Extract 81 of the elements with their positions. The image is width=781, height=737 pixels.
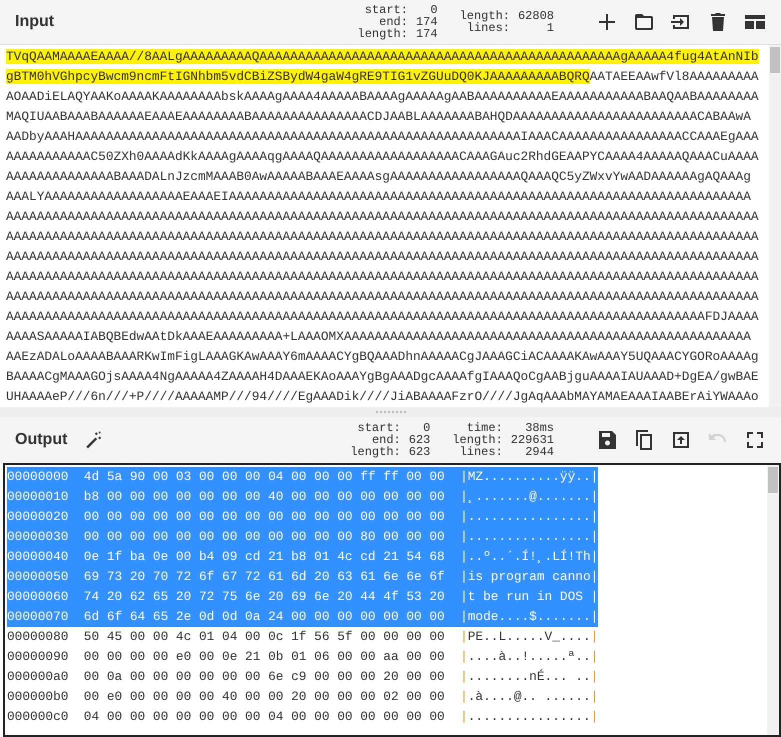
stat-label: length: bbox=[350, 446, 401, 458]
input-text: BAAAACgMAAAGOjsAAAA4NgAAAAA4ZAAAAH4DAAAEKAoAAAYgBgAAADgcAAAAfgIAAAQoCgAABjguAAAAIAUAAAD+DgEA/gwBAE bbox=[6, 369, 759, 384]
hex-offset: 000000a0 bbox=[7, 668, 68, 686]
hex-bytes: 00 00 00 00 e0 00 0e 21 0b 01 06 00 00 aa 00 00 bbox=[82, 648, 445, 666]
stat-value: 38ms bbox=[524, 422, 554, 434]
stat-value: 174 bbox=[416, 28, 438, 40]
stat-label: length: bbox=[358, 28, 408, 40]
hex-bytes: 00 e0 00 00 00 00 40 00 00 20 00 00 00 02 00 00 bbox=[82, 688, 445, 706]
stat-value: 0 bbox=[429, 4, 438, 16]
hex-offset: 000000c0 bbox=[7, 708, 68, 726]
hex-offset: 00000070 bbox=[7, 607, 68, 627]
ascii-text: |.à....@.. ......| bbox=[459, 688, 598, 706]
stat-label: end: bbox=[372, 434, 401, 446]
hex-bytes: 0e 1f ba 0e 00 b4 09 cd 21 b8 01 4c cd 21 54 68 bbox=[68, 547, 445, 567]
hex-bytes: 69 73 20 70 72 6f 67 72 61 6d 20 63 61 6e 6e 6f bbox=[68, 567, 445, 587]
hex-bytes: 00 0a 00 00 00 00 00 00 6e c9 00 00 00 20 00 00 bbox=[82, 668, 445, 686]
stat-label: length: bbox=[460, 10, 510, 22]
hex-offset: 00000000 bbox=[7, 467, 68, 487]
input-text: AAAAAAAAAAAAAAAAAAAAAAAAAAAAAAAAAAAAAAAAAAAAAAAAAAAAAAAAAAAAAAAAAAAAAAAAAAAAAAAAAAAAAAAAAAAFDJAAAA bbox=[6, 309, 759, 324]
stat-value: 623 bbox=[408, 434, 430, 446]
input-text: UHAAAAeP///6n///+P////AAAAAMP///94////EgAAADik////JiABAAAAFzrO////JgAqAAAbMAYAMAEAAAIAABErAiYWAAAo bbox=[6, 389, 759, 404]
hex-offset: 00000060 bbox=[7, 587, 68, 607]
highlighted-text: TVqQAAMAAAAEAAAA//8AALgAAAAAAAAAQAAAAAAAAAAAAAAAAAAAAAAAAAAAAAAAAAAAAAAAAAAAAAAAgAAAAA4fug4AtAnNIb bbox=[6, 49, 759, 64]
stat-label: time: bbox=[466, 422, 503, 434]
hex-bytes: b8 00 00 00 00 00 00 00 40 00 00 00 00 00 00 00 bbox=[68, 487, 445, 507]
ascii-text: |MZ..........ÿÿ..| bbox=[444, 467, 598, 487]
ascii-text: |................| bbox=[444, 527, 598, 547]
hex-offset: 00000080 bbox=[7, 628, 68, 646]
stat-value: 1 bbox=[546, 22, 554, 34]
ascii-text: |¸.......@.......| bbox=[444, 487, 598, 507]
stat-label: end: bbox=[379, 16, 408, 28]
stat-value: 62808 bbox=[518, 10, 554, 22]
hex-bytes: 50 45 00 00 4c 01 04 00 0c 1f 56 5f 00 00 00 00 bbox=[82, 628, 445, 646]
hex-offset: 000000b0 bbox=[7, 688, 68, 706]
hex-bytes: 00 00 00 00 00 00 00 00 00 00 00 00 00 00 00 00 bbox=[68, 507, 445, 527]
stat-value: 623 bbox=[408, 446, 430, 458]
input-text: AAAAAAAAAAAAAAAAAAAAAAAAAAAAAAAAAAAAAAAAAAAAAAAAAAAAAAAAAAAAAAAAAAAAAAAAAAAAAAAAAAAAAAAAAAAAAAAAAA bbox=[6, 249, 759, 264]
stat-label: length: bbox=[452, 434, 503, 446]
ascii-text: |................| bbox=[444, 507, 598, 527]
input-text: AAAAAAAAAAAAAABAAADALnJzcmMAAAB0AwAAAAABAAAEAAAAsgAAAAAAAAAAAAAAAAAQAAAQC5yZWxvYwAADAAAAAAgAQAAAg bbox=[6, 169, 751, 184]
input-text: AAAASAAAAAIABQBEdwAAtDkAAAEAAAAAAAAA+LAAAOMXAAAAAAAAAAAAAAAAAAAAAAAAAAAAAAAAAAAAAAAAAAAAAAAAAAAAA bbox=[6, 329, 751, 344]
highlighted-text: gBTM0hVGhpcyBwcm9ncmFtIGNhbm5vdCBiZSBydW4gaW4gRE9TIG1vZGUuDQ0KJAAAAAAAAABQRQ bbox=[6, 69, 590, 84]
ascii-text: |....à..!.....ª..| bbox=[459, 648, 598, 666]
ascii-text: |mode....$.......| bbox=[444, 607, 598, 627]
input-text: AADbyAAAHAAAAAAAAAAAAAAAAAAAAAAAAAAAAAAAAAAAAAAAAAAAAAAAAAAAAAAAAAAIAAACAAAAAAAAAAAAAAAACCAAAEgAAA bbox=[6, 129, 759, 144]
stat-value: 2944 bbox=[524, 446, 554, 458]
stat-label: start: bbox=[356, 422, 401, 434]
ascii-text: |t be run in DOS | bbox=[444, 587, 598, 607]
hex-bytes: 04 00 00 00 00 00 00 00 04 00 00 00 00 00 00 00 bbox=[82, 708, 445, 726]
input-text: AOAADiELAQYAAKoAAAAKAAAAAAAAbskAAAAgAAAA4AAAAABAAAAgAAAAAgAABAAAAAAAAAAEAAAAAAAAAAABAAQAABAAAAAAAA bbox=[6, 89, 759, 104]
ascii-text: |........nÉ... ..| bbox=[459, 668, 598, 686]
hex-bytes: 00 00 00 00 00 00 00 00 00 00 00 00 80 00 00 00 bbox=[68, 527, 445, 547]
input-text: AAALYAAAAAAAAAAAAAAAAAAEAAAEIAAAAAAAAAAAAAAAAAAAAAAAAAAAAAAAAAAAAAAAAAAAAAAAAAAAAAAAAAAAAAAAAAAAA bbox=[6, 189, 751, 204]
input-text: AAAAAAAAAAAAAAAAAAAAAAAAAAAAAAAAAAAAAAAAAAAAAAAAAAAAAAAAAAAAAAAAAAAAAAAAAAAAAAAAAAAAAAAAAAAAAAAAAA bbox=[6, 289, 759, 304]
input-text: AAAAAAAAAAAAAAAAAAAAAAAAAAAAAAAAAAAAAAAAAAAAAAAAAAAAAAAAAAAAAAAAAAAAAAAAAAAAAAAAAAAAAAAAAAAAAAAAAA bbox=[6, 229, 759, 244]
stat-value: 0 bbox=[422, 422, 430, 434]
stat-value: 174 bbox=[416, 16, 438, 28]
input-text: AAAAAAAAAAAC50ZXh0AAAAdKkAAAAgAAAAqgAAAAQAAAAAAAAAAAAAAAAAACAAAGAuc2RhdGEAAPYCAAAA4AAAAAQAAACuAAAA bbox=[6, 149, 759, 164]
stat-label: start: bbox=[364, 4, 408, 16]
hex-bytes: 6d 6f 64 65 2e 0d 0d 0a 24 00 00 00 00 00 00 00 bbox=[68, 607, 445, 627]
hex-offset: 00000050 bbox=[7, 567, 68, 587]
hex-bytes: 74 20 62 65 20 72 75 6e 20 69 6e 20 44 4f 53 20 bbox=[68, 587, 445, 607]
hex-offset: 00000030 bbox=[7, 527, 68, 547]
hex-offset: 00000090 bbox=[7, 648, 68, 666]
stat-value: 229631 bbox=[510, 434, 554, 446]
panel-title: Input bbox=[15, 12, 54, 32]
ascii-text: |..º..´.Í!¸.LÍ!Th| bbox=[444, 547, 598, 567]
stat-label: lines: bbox=[466, 22, 510, 34]
hex-bytes: 4d 5a 90 00 03 00 00 00 04 00 00 00 ff ff 00 00 bbox=[68, 467, 445, 487]
input-text: AAAAAAAAAAAAAAAAAAAAAAAAAAAAAAAAAAAAAAAAAAAAAAAAAAAAAAAAAAAAAAAAAAAAAAAAAAAAAAAAAAAAAAAAAAAAAAAAAA bbox=[6, 209, 759, 224]
stat-label: lines: bbox=[460, 446, 503, 458]
input-text: AAAAAAAAAAAAAAAAAAAAAAAAAAAAAAAAAAAAAAAAAAAAAAAAAAAAAAAAAAAAAAAAAAAAAAAAAAAAAAAAAAAAAAAAAAAAAAAAAA bbox=[6, 269, 759, 284]
ascii-text: |is program canno| bbox=[444, 567, 598, 587]
ascii-text: |................| bbox=[459, 708, 598, 726]
panel-title: Output bbox=[15, 430, 68, 450]
hex-offset: 00000020 bbox=[7, 507, 68, 527]
hex-offset: 00000010 bbox=[7, 487, 68, 507]
input-text: AAEzADALoAAAABAAARKwImFigLAAAGKAwAAAY6mAAAACYgBQAAADhnAAAAACgJAAAGCiACAAAAKAwAAAY5UQAAACYGORoAAAAg bbox=[6, 349, 759, 364]
input-text: MAQIUAABAAABAAAAAAEAAAEAAAAAAAABAAAAAAAAAAAAAAACDJAABLAAAAAAABAHQDAAAAAAAAAAAAAAAAAAAAAAAACABAAwA bbox=[6, 109, 751, 124]
hex-offset: 00000040 bbox=[7, 547, 68, 567]
ascii-text: |PE..L.....V_....| bbox=[459, 628, 598, 646]
